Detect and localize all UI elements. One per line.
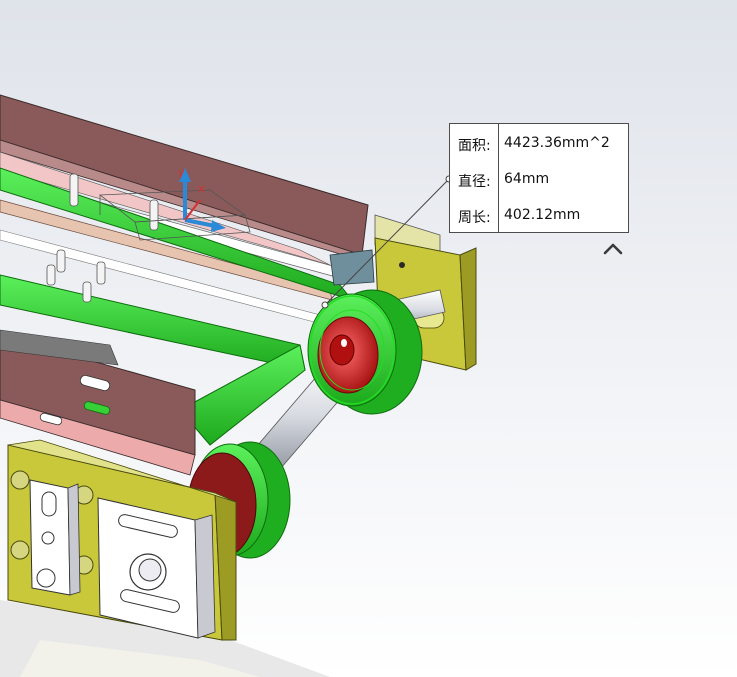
rail-clamp	[329, 249, 375, 286]
measure-callout: 面积: 4423.36mm^2 直径: 64mm 周长: 402.12mm	[449, 123, 629, 233]
triad-x-label: x	[198, 182, 205, 195]
measure-row-diameter: 直径: 64mm	[450, 162, 628, 198]
chevron-up-icon	[603, 243, 623, 255]
triad-y-label: y	[178, 166, 185, 179]
measure-label-perimeter: 周长:	[458, 210, 491, 226]
collapse-callout-button[interactable]	[602, 240, 624, 258]
3d-model-viewport[interactable]: x y	[0, 0, 737, 677]
measure-value-perimeter: 402.12mm	[504, 207, 581, 223]
measure-row-area: 面积: 4423.36mm^2	[450, 126, 628, 162]
measure-label-diameter: 直径:	[458, 174, 491, 190]
measure-value-diameter: 64mm	[504, 171, 550, 187]
measure-label-area: 面积:	[458, 138, 491, 154]
slotted-plate-small[interactable]	[29, 479, 81, 596]
measure-value-area: 4423.36mm^2	[504, 135, 610, 151]
slotted-plate-large[interactable]	[97, 497, 216, 639]
measure-row-perimeter: 周长: 402.12mm	[450, 198, 628, 234]
